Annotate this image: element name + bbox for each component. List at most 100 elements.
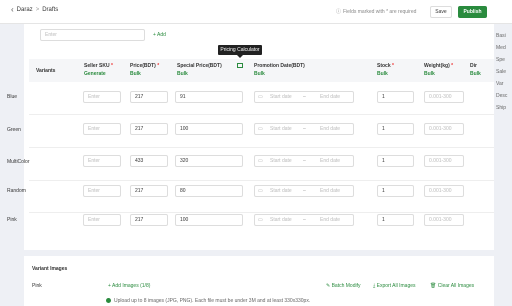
variant-name-input[interactable]: Enter	[40, 29, 145, 41]
batch-modify-label: Batch Modify	[331, 283, 361, 289]
weight-input[interactable]: 0.001-300	[424, 91, 464, 103]
start-date[interactable]: Start date	[270, 217, 292, 223]
calculator-icon[interactable]	[237, 63, 243, 68]
variant-name: MultiColor	[7, 159, 30, 165]
breadcrumb-item-daraz[interactable]: Daraz	[17, 7, 33, 13]
price-input[interactable]: 217	[130, 91, 168, 103]
required-mark: *	[157, 63, 160, 69]
special-price-input[interactable]: 91	[175, 91, 243, 103]
seller-sku-input[interactable]: Enter	[83, 214, 121, 226]
special-price-input[interactable]: 320	[175, 155, 243, 167]
section-nav-item[interactable]: Ship	[496, 102, 512, 114]
trash-icon: 🗑	[430, 283, 438, 289]
section-nav-item[interactable]: Desc	[496, 90, 512, 102]
top-bar: ‹ Daraz > Drafts ⓘ Fields marked with * …	[0, 0, 512, 24]
calendar-icon: ▭	[258, 126, 263, 132]
bulk-special-price-link[interactable]: Bulk	[177, 71, 188, 77]
seller-sku-input[interactable]: Enter	[83, 91, 121, 103]
end-date[interactable]: End date	[320, 94, 340, 100]
required-notice-text: Fields marked with * are required	[343, 8, 417, 15]
weight-input[interactable]: 0.001-300	[424, 214, 464, 226]
price-input[interactable]: 217	[130, 214, 168, 226]
bulk-price-link[interactable]: Bulk	[130, 71, 141, 77]
export-all-images-label: Export All Images	[376, 283, 416, 289]
pricing-calculator-tooltip: Pricing Calculator	[218, 45, 262, 55]
required-mark: *	[110, 63, 113, 69]
generate-sku-link[interactable]: Generate	[84, 71, 106, 77]
stock-input[interactable]: 1	[377, 91, 414, 103]
calendar-icon: ▭	[258, 188, 263, 194]
upload-hint: Upload up to 8 images (JPG, PNG). Each f…	[106, 298, 310, 304]
variant-name: Blue	[7, 94, 18, 100]
stock-input[interactable]: 1	[377, 123, 414, 135]
section-nav-item[interactable]: Var	[496, 78, 512, 90]
save-button[interactable]: Save	[430, 6, 452, 18]
start-date[interactable]: Start date	[270, 126, 292, 132]
price-input[interactable]: 217	[130, 185, 168, 197]
start-date[interactable]: Start date	[270, 188, 292, 194]
start-date[interactable]: Start date	[270, 94, 292, 100]
required-notice: ⓘ Fields marked with * are required	[336, 8, 417, 16]
variant-name: Green	[7, 127, 21, 133]
start-date[interactable]: Start date	[270, 158, 292, 164]
header-weight-label: Weight(kg)	[424, 63, 450, 69]
breadcrumb-separator: >	[35, 7, 40, 13]
breadcrumb: ‹ Daraz > Drafts	[11, 6, 58, 14]
header-price: Price(BDT) *	[130, 63, 159, 69]
header-seller-sku-label: Seller SKU	[84, 63, 110, 69]
bulk-stock-link[interactable]: Bulk	[377, 71, 388, 77]
weight-input[interactable]: 0.001-300	[424, 123, 464, 135]
weight-input[interactable]: 0.001-300	[424, 155, 464, 167]
special-price-input[interactable]: 100	[175, 214, 243, 226]
header-stock-label: Stock	[377, 63, 391, 69]
header-variants: Variants	[36, 68, 56, 74]
add-variant-button[interactable]: + Add	[153, 32, 166, 38]
end-date[interactable]: End date	[320, 188, 340, 194]
variant-images-row-label: Pink	[32, 283, 42, 289]
end-date[interactable]: End date	[320, 126, 340, 132]
end-date[interactable]: End date	[320, 158, 340, 164]
stock-input[interactable]: 1	[377, 214, 414, 226]
special-price-input[interactable]: 100	[175, 123, 243, 135]
date-range-separator: –	[303, 217, 306, 223]
variant-images-title: Variant Images	[32, 266, 68, 272]
info-icon: ⓘ	[336, 9, 342, 15]
seller-sku-input[interactable]: Enter	[83, 155, 121, 167]
price-input[interactable]: 433	[130, 155, 168, 167]
header-weight: Weight(kg) *	[424, 63, 453, 69]
price-input[interactable]: 217	[130, 123, 168, 135]
date-range-separator: –	[303, 94, 306, 100]
special-price-input[interactable]: 80	[175, 185, 243, 197]
export-all-images-button[interactable]: ⤓ Export All Images	[373, 283, 416, 289]
header-promotion-date: Promotion Date(BDT)	[254, 63, 305, 69]
variant-name: Random	[7, 188, 26, 194]
header-special-price: Special Price(BDT)	[177, 63, 222, 69]
section-nav-item[interactable]: Med	[496, 42, 512, 54]
stock-input[interactable]: 1	[377, 185, 414, 197]
add-images-button[interactable]: + Add Images (1/8)	[108, 283, 150, 289]
publish-button[interactable]: Publish	[458, 6, 487, 18]
seller-sku-input[interactable]: Enter	[83, 185, 121, 197]
required-mark: *	[392, 63, 394, 69]
section-nav-item[interactable]: Basi	[496, 30, 512, 42]
section-nav-item[interactable]: Sale	[496, 66, 512, 78]
header-price-label: Price(BDT)	[130, 63, 156, 69]
chevron-left-icon[interactable]: ‹	[11, 6, 14, 14]
variant-name: Pink	[7, 217, 17, 223]
tooltip-arrow	[237, 55, 243, 58]
bulk-dimensions-link[interactable]: Bulk	[470, 71, 481, 77]
clear-all-images-button[interactable]: 🗑 Clear All Images	[430, 283, 474, 289]
stock-input[interactable]: 1	[377, 155, 414, 167]
batch-modify-button[interactable]: ✎ Batch Modify	[326, 283, 361, 289]
bulk-weight-link[interactable]: Bulk	[424, 71, 435, 77]
calendar-icon: ▭	[258, 217, 263, 223]
weight-input[interactable]: 0.001-300	[424, 185, 464, 197]
seller-sku-input[interactable]: Enter	[83, 123, 121, 135]
end-date[interactable]: End date	[320, 217, 340, 223]
header-dimensions: Dir	[470, 63, 477, 69]
section-nav-item[interactable]: Spe	[496, 54, 512, 66]
info-icon	[106, 298, 111, 304]
bulk-promotion-link[interactable]: Bulk	[254, 71, 265, 77]
date-range-separator: –	[303, 158, 306, 164]
required-mark: *	[451, 63, 454, 69]
